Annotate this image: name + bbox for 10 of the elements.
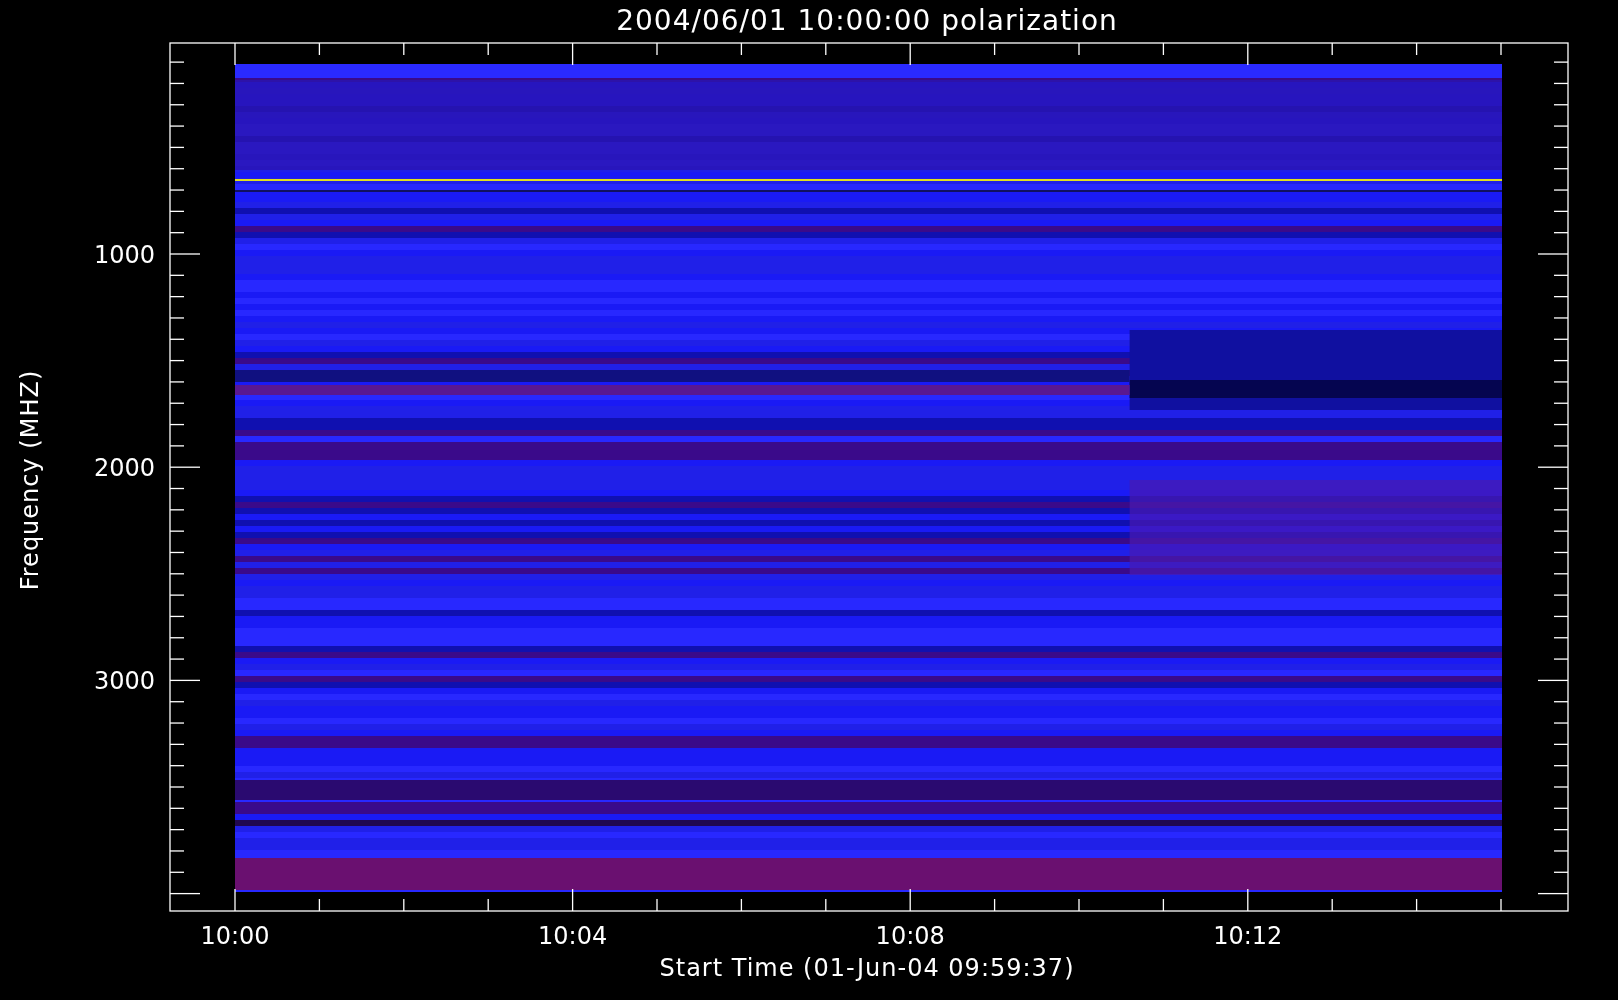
x-tick-label: 10:08 (875, 922, 945, 950)
y-tick-label: 1000 (93, 241, 155, 269)
y-tick-label: 2000 (93, 454, 155, 483)
x-tick-label: 10:04 (538, 922, 608, 950)
x-axis-label: Start Time (01-Jun-04 09:59:37) (659, 954, 1075, 982)
y-tick-label: 3000 (93, 667, 155, 696)
x-tick-label: 10:12 (1213, 922, 1283, 950)
plot-title: 2004/06/01 10:00:00 polarization (615, 2, 1119, 39)
y-axis-label: Frequency (MHZ) (16, 369, 44, 591)
x-tick-label: 10:00 (200, 922, 270, 950)
